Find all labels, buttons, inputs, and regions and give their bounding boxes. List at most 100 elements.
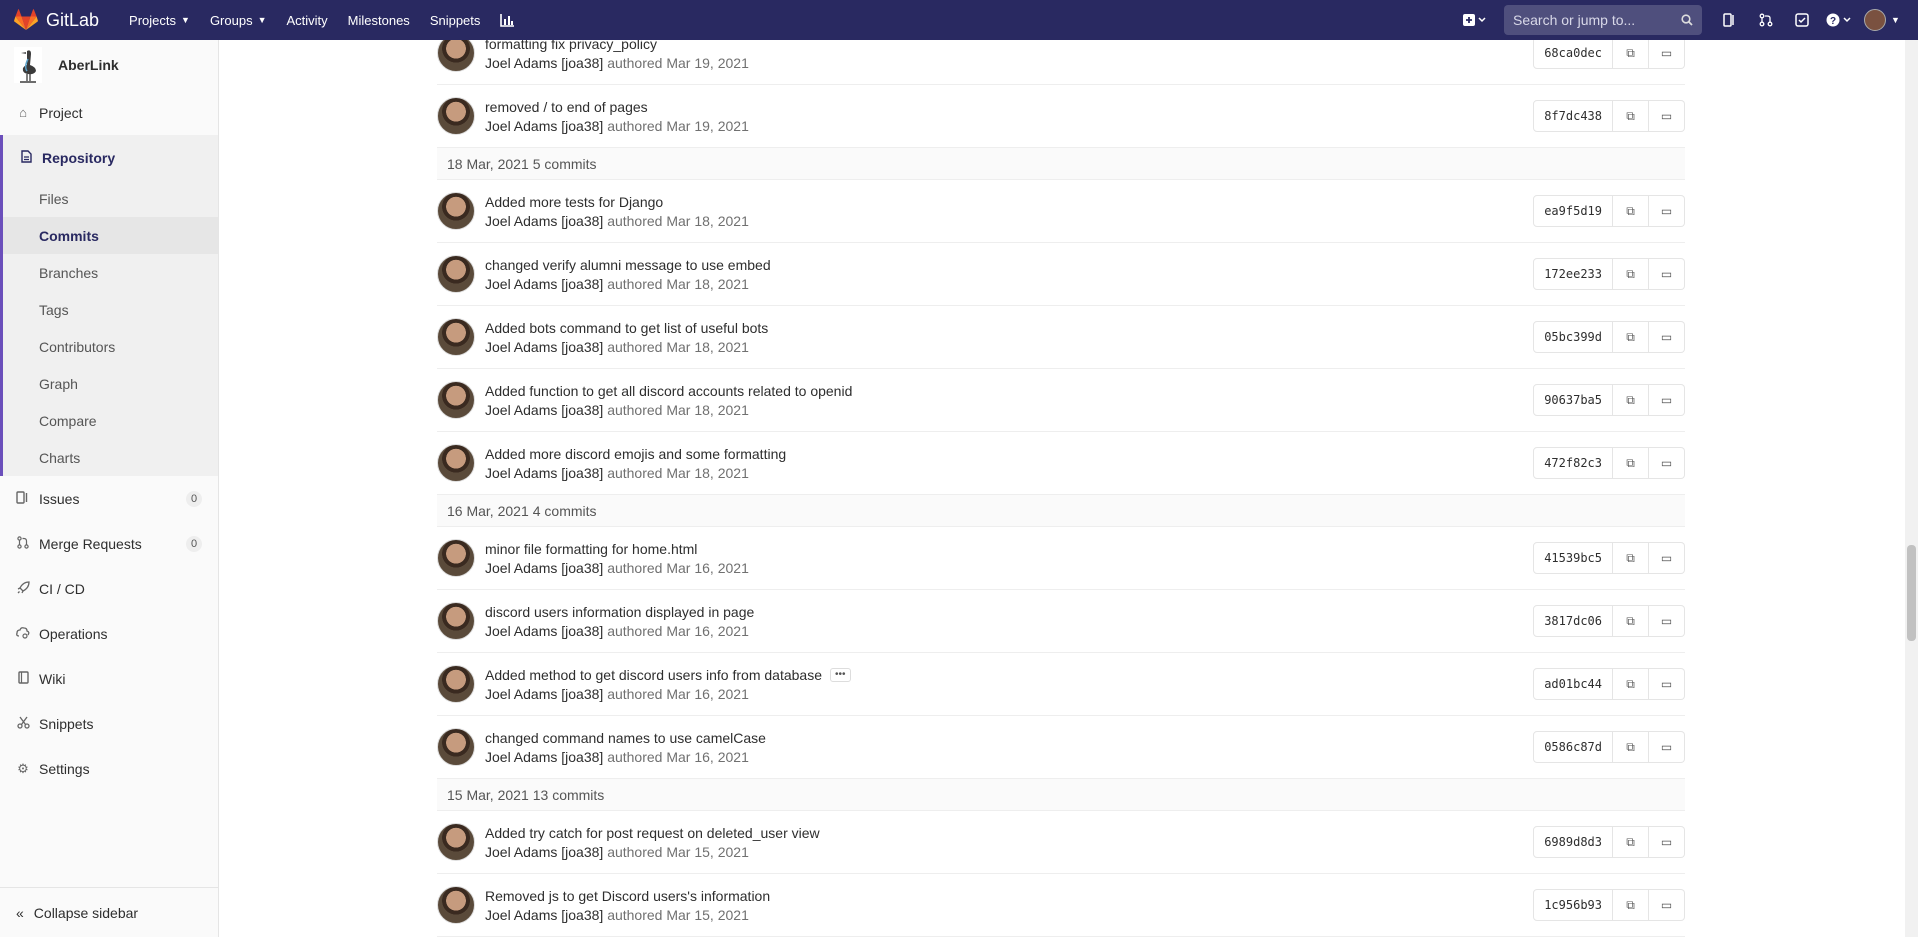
copy-sha-button[interactable]: ⧉ — [1613, 731, 1649, 763]
avatar[interactable] — [437, 665, 475, 703]
copy-sha-button[interactable]: ⧉ — [1613, 40, 1649, 69]
commit-title[interactable]: Added more tests for Django — [485, 194, 749, 210]
copy-sha-button[interactable]: ⧉ — [1613, 321, 1649, 353]
sidebar-item-charts[interactable]: Charts — [3, 439, 218, 476]
commit-sha[interactable]: 172ee233 — [1533, 258, 1613, 290]
commit-author[interactable]: Joel Adams [joa38] — [485, 686, 603, 702]
user-avatar-menu[interactable]: ▼ — [1860, 6, 1904, 34]
commit-sha[interactable]: 68ca0dec — [1533, 40, 1613, 69]
browse-files-button[interactable]: ▭ — [1649, 100, 1685, 132]
search-input[interactable]: Search or jump to... — [1504, 5, 1702, 35]
browse-files-button[interactable]: ▭ — [1649, 542, 1685, 574]
commit-title[interactable]: Added bots command to get list of useful… — [485, 320, 768, 336]
commit-author[interactable]: Joel Adams [joa38] — [485, 749, 603, 765]
copy-sha-button[interactable]: ⧉ — [1613, 195, 1649, 227]
commit-author[interactable]: Joel Adams [joa38] — [485, 465, 603, 481]
copy-sha-button[interactable]: ⧉ — [1613, 668, 1649, 700]
avatar[interactable] — [437, 97, 475, 135]
commit-author[interactable]: Joel Adams [joa38] — [485, 844, 603, 860]
avatar[interactable] — [437, 444, 475, 482]
nav-groups[interactable]: Groups ▼ — [210, 13, 267, 28]
sidebar-item-compare[interactable]: Compare — [3, 402, 218, 439]
commit-title[interactable]: removed / to end of pages — [485, 99, 749, 115]
sidebar-item-branches[interactable]: Branches — [3, 254, 218, 291]
sidebar-item-repository[interactable]: Repository — [3, 135, 218, 180]
sidebar-item-operations[interactable]: Operations — [0, 611, 218, 656]
copy-sha-button[interactable]: ⧉ — [1613, 447, 1649, 479]
scrollbar-thumb[interactable] — [1907, 545, 1916, 641]
commit-title[interactable]: minor file formatting for home.html — [485, 541, 749, 557]
commit-title[interactable]: Added more discord emojis and some forma… — [485, 446, 786, 462]
gitlab-home-link[interactable]: GitLab — [14, 9, 99, 31]
sidebar-item-settings[interactable]: ⚙ Settings — [0, 746, 218, 791]
avatar[interactable] — [437, 381, 475, 419]
commit-sha[interactable]: ad01bc44 — [1533, 668, 1613, 700]
browse-files-button[interactable]: ▭ — [1649, 731, 1685, 763]
sidebar-item-wiki[interactable]: Wiki — [0, 656, 218, 701]
sidebar-project-header[interactable]: AberLink — [0, 40, 218, 90]
sidebar-item-graph[interactable]: Graph — [3, 365, 218, 402]
commit-author[interactable]: Joel Adams [joa38] — [485, 623, 603, 639]
collapse-sidebar-button[interactable]: « Collapse sidebar — [0, 887, 219, 937]
browse-files-button[interactable]: ▭ — [1649, 447, 1685, 479]
browse-files-button[interactable]: ▭ — [1649, 384, 1685, 416]
commit-author[interactable]: Joel Adams [joa38] — [485, 560, 603, 576]
copy-sha-button[interactable]: ⧉ — [1613, 258, 1649, 290]
commit-title[interactable]: discord users information displayed in p… — [485, 604, 754, 620]
sidebar-item-snippets[interactable]: Snippets — [0, 701, 218, 746]
avatar[interactable] — [437, 728, 475, 766]
commit-author[interactable]: Joel Adams [joa38] — [485, 402, 603, 418]
browse-files-button[interactable]: ▭ — [1649, 826, 1685, 858]
browse-files-button[interactable]: ▭ — [1649, 258, 1685, 290]
sidebar-item-tags[interactable]: Tags — [3, 291, 218, 328]
commit-author[interactable]: Joel Adams [joa38] — [485, 55, 603, 71]
sidebar-item-merge-requests[interactable]: Merge Requests 0 — [0, 521, 218, 566]
commit-author[interactable]: Joel Adams [joa38] — [485, 213, 603, 229]
browse-files-button[interactable]: ▭ — [1649, 605, 1685, 637]
commit-title[interactable]: Added function to get all discord accoun… — [485, 383, 852, 399]
browse-files-button[interactable]: ▭ — [1649, 40, 1685, 69]
sidebar-item-ci-cd[interactable]: CI / CD — [0, 566, 218, 611]
help-icon[interactable]: ? — [1820, 6, 1860, 34]
page-scrollbar[interactable] — [1905, 40, 1918, 937]
copy-sha-button[interactable]: ⧉ — [1613, 384, 1649, 416]
commit-title[interactable]: changed command names to use camelCase — [485, 730, 766, 746]
commit-sha[interactable]: 6989d8d3 — [1533, 826, 1613, 858]
commit-author[interactable]: Joel Adams [joa38] — [485, 276, 603, 292]
sidebar-item-project[interactable]: ⌂ Project — [0, 90, 218, 135]
expand-description-button[interactable]: ••• — [829, 667, 851, 682]
sidebar-item-files[interactable]: Files — [3, 180, 218, 217]
nav-milestones[interactable]: Milestones — [348, 13, 410, 28]
sidebar-item-issues[interactable]: Issues 0 — [0, 476, 218, 521]
commit-sha[interactable]: 1c956b93 — [1533, 889, 1613, 921]
sidebar-item-contributors[interactable]: Contributors — [3, 328, 218, 365]
browse-files-button[interactable]: ▭ — [1649, 321, 1685, 353]
commit-author[interactable]: Joel Adams [joa38] — [485, 118, 603, 134]
browse-files-button[interactable]: ▭ — [1649, 195, 1685, 227]
copy-sha-button[interactable]: ⧉ — [1613, 889, 1649, 921]
commit-sha[interactable]: ea9f5d19 — [1533, 195, 1613, 227]
avatar[interactable] — [437, 255, 475, 293]
commit-author[interactable]: Joel Adams [joa38] — [485, 339, 603, 355]
commit-author[interactable]: Joel Adams [joa38] — [485, 907, 603, 923]
avatar[interactable] — [437, 886, 475, 924]
nav-projects[interactable]: Projects ▼ — [129, 13, 190, 28]
issues-icon[interactable] — [1712, 6, 1748, 34]
todos-icon[interactable] — [1784, 6, 1820, 34]
browse-files-button[interactable]: ▭ — [1649, 889, 1685, 921]
copy-sha-button[interactable]: ⧉ — [1613, 542, 1649, 574]
commit-title[interactable]: Added try catch for post request on dele… — [485, 825, 820, 841]
avatar[interactable] — [437, 539, 475, 577]
avatar[interactable] — [437, 602, 475, 640]
admin-chart-icon[interactable] — [500, 13, 515, 27]
commit-sha[interactable]: 0586c87d — [1533, 731, 1613, 763]
new-item-plus-icon[interactable] — [1458, 6, 1494, 34]
copy-sha-button[interactable]: ⧉ — [1613, 100, 1649, 132]
commit-title[interactable]: changed verify alumni message to use emb… — [485, 257, 771, 273]
copy-sha-button[interactable]: ⧉ — [1613, 826, 1649, 858]
nav-snippets[interactable]: Snippets — [430, 13, 481, 28]
commit-sha[interactable]: 05bc399d — [1533, 321, 1613, 353]
browse-files-button[interactable]: ▭ — [1649, 668, 1685, 700]
copy-sha-button[interactable]: ⧉ — [1613, 605, 1649, 637]
nav-activity[interactable]: Activity — [287, 13, 328, 28]
